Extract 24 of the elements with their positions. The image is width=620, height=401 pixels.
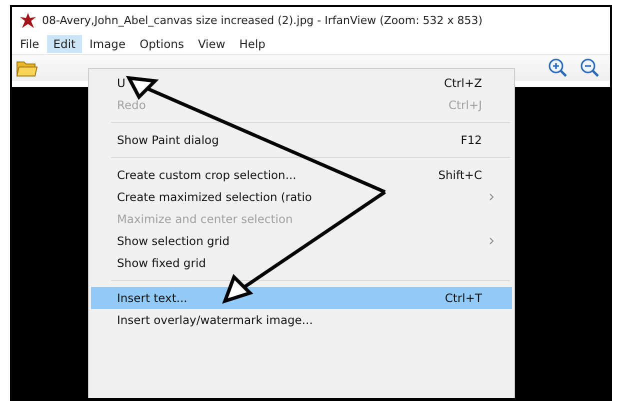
shortcut-label: Ctrl+T	[444, 291, 482, 305]
menu-bar-item[interactable]: Image	[84, 35, 132, 53]
shortcut-label: Ctrl+Z	[444, 76, 482, 90]
menu-item[interactable]: Create custom crop selection... Shift+C	[91, 164, 512, 186]
menu-item[interactable]: Create maximized selection (ratio	[91, 186, 512, 208]
folder-icon[interactable]	[16, 59, 38, 77]
menu-item[interactable]: U Ctrl+Z	[91, 72, 512, 94]
shortcut-label: Shift+C	[438, 168, 482, 182]
shortcut-label: Ctrl+J	[448, 98, 482, 112]
shortcut-label: F12	[460, 133, 482, 147]
app-icon	[20, 13, 36, 28]
menu-bar-item[interactable]: Edit	[47, 35, 82, 53]
menu-bar-item[interactable]: View	[192, 35, 232, 53]
menu-item[interactable]: Show selection grid	[91, 230, 512, 252]
menu-bar-item[interactable]: Options	[134, 35, 190, 53]
menu-item[interactable]: Show Paint dialog F12	[91, 129, 512, 151]
menu-item[interactable]: Insert overlay/watermark image...	[91, 309, 512, 331]
window-title: 08-Avery,John_Abel_canvas size increased (2).jpg - IrfanView (Zoom: 532 x 853)	[42, 14, 483, 27]
menu-bar-item[interactable]: File	[14, 35, 46, 53]
zoom-out-icon[interactable]	[580, 58, 600, 78]
menu-item[interactable]: Show fixed grid	[91, 252, 512, 274]
menu-item[interactable]: Insert text... Ctrl+T	[91, 287, 512, 309]
menu-bar-item[interactable]: Help	[233, 35, 272, 53]
zoom-in-icon[interactable]	[548, 58, 568, 78]
